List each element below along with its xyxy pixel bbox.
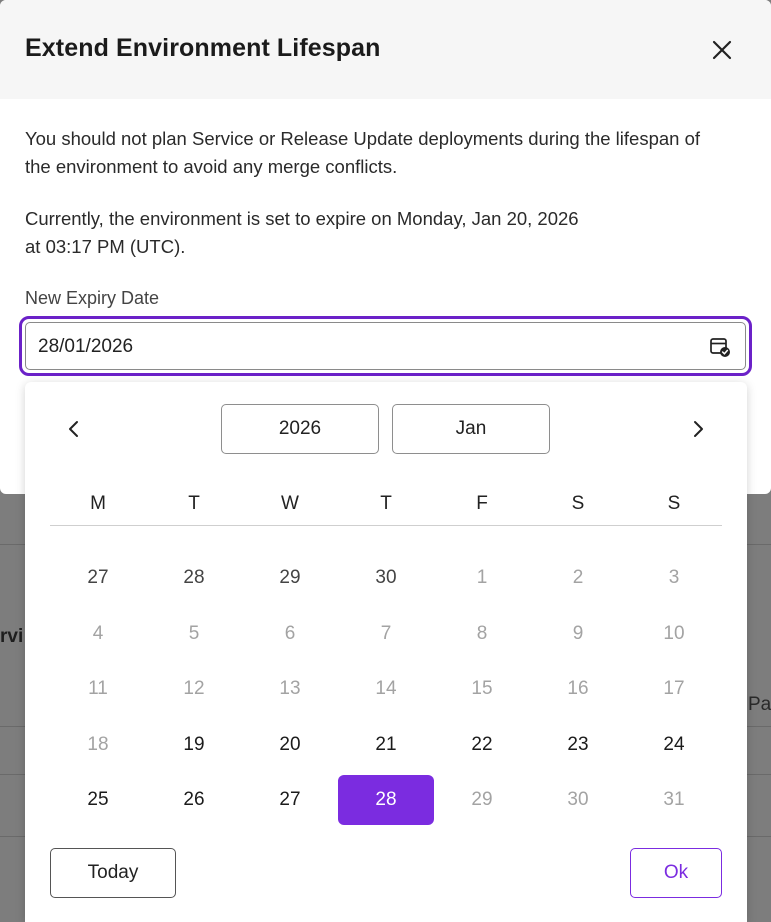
day-cell: 6 — [284, 622, 296, 644]
chevron-left-icon — [69, 421, 78, 437]
date-input-focus-ring: 28/01/2026 — [19, 316, 752, 376]
day-cell: 2 — [572, 567, 584, 588]
day-cell[interactable]: 28 — [146, 553, 242, 603]
day-cell: 16 — [567, 678, 589, 699]
weekday-label: M — [90, 493, 106, 514]
day-cell[interactable]: 27 — [50, 553, 146, 603]
weekday-label: S — [571, 493, 585, 514]
day-cell[interactable]: 29 — [242, 553, 338, 603]
day-cell[interactable]: 25 — [50, 775, 146, 825]
day-cell: 29 — [471, 789, 493, 810]
day-cell: 5 — [188, 622, 200, 644]
day-cell: 17 — [663, 678, 685, 699]
day-cell[interactable]: 27 — [242, 775, 338, 825]
day-cell: 13 — [279, 678, 301, 699]
day-cell[interactable]: 26 — [146, 775, 242, 825]
ok-button[interactable]: Ok — [630, 848, 722, 898]
day-cell: 15 — [471, 678, 493, 699]
close-button[interactable] — [706, 34, 738, 66]
weekday-label: W — [281, 493, 299, 514]
close-icon — [712, 40, 732, 60]
new-expiry-date-label: New Expiry Date — [25, 288, 160, 308]
date-picker-popup: 2026 Jan MTWTFSS 27 28 29 30 1 2 3 4 5 6 7 8 9 10 11 12… — [25, 382, 747, 922]
weekday-header: MTWTFSS — [50, 492, 722, 526]
expiry-paragraph: Currently, the environment is set to exp… — [25, 205, 725, 261]
day-cell[interactable]: 23 — [530, 720, 626, 770]
calendar-check-icon[interactable] — [709, 336, 731, 358]
expiry-line: Currently, the environment is set to exp… — [25, 208, 579, 229]
day-cell: 1 — [476, 567, 488, 588]
day-cell: 8 — [476, 622, 488, 644]
weekday-label: S — [667, 493, 681, 514]
info-paragraph: You should not plan Service or Release U… — [25, 128, 701, 177]
day-cell: 4 — [92, 622, 104, 644]
day-cell[interactable]: 20 — [242, 720, 338, 770]
today-button[interactable]: Today — [50, 848, 176, 898]
weekday-label: T — [188, 493, 200, 514]
chevron-right-icon — [694, 421, 703, 437]
day-cell[interactable]: 24 — [626, 720, 722, 770]
dialog-header: Extend Environment Lifespan — [0, 0, 771, 99]
prev-month-button[interactable] — [61, 416, 87, 442]
day-cell[interactable]: 19 — [146, 720, 242, 770]
expiry-time: at 03:17 PM (UTC). — [25, 236, 186, 257]
weekday-label: F — [476, 493, 488, 514]
background-text: rvi — [0, 626, 24, 647]
day-cell[interactable]: 30 — [338, 553, 434, 603]
year-select[interactable]: 2026 — [221, 404, 379, 454]
day-cell[interactable]: 21 — [338, 720, 434, 770]
day-cell: 18 — [87, 733, 109, 755]
day-cell: 9 — [572, 622, 584, 644]
day-cell-selected[interactable]: 28 — [338, 775, 434, 825]
next-month-button[interactable] — [685, 416, 711, 442]
day-cell: 7 — [380, 622, 392, 644]
day-cell: 30 — [567, 789, 589, 810]
day-cell[interactable]: 22 — [434, 720, 530, 770]
day-cell: 11 — [88, 678, 108, 699]
month-select[interactable]: Jan — [392, 404, 550, 454]
day-cell: 10 — [663, 622, 685, 644]
day-cell: 14 — [375, 678, 397, 699]
weekday-label: T — [380, 493, 392, 514]
day-cell: 3 — [668, 567, 680, 588]
dialog-body: You should not plan Service or Release U… — [25, 125, 725, 261]
day-cell: 31 — [663, 789, 685, 810]
dialog-title: Extend Environment Lifespan — [25, 34, 381, 62]
background-text: Pas — [748, 694, 771, 715]
new-expiry-date-input[interactable]: 28/01/2026 — [25, 322, 746, 370]
day-cell: 12 — [183, 678, 205, 699]
date-input-value: 28/01/2026 — [38, 336, 134, 357]
